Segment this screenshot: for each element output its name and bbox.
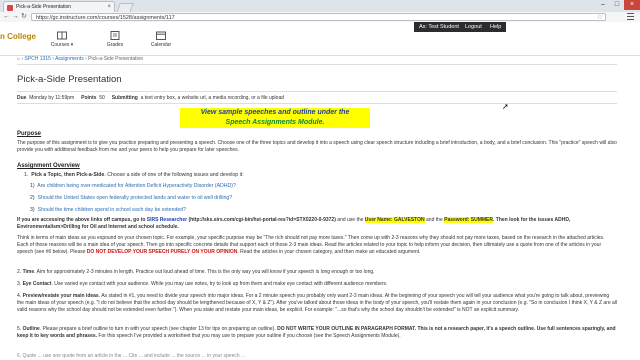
- step-3-title: Eye Contact: [22, 281, 52, 287]
- browser-title-bar: Pick-a-Side Presentation × – □ ×: [0, 0, 640, 13]
- breadcrumb-sep: ›: [52, 56, 54, 62]
- step-4: 4. Preview/restate your main ideas. As s…: [17, 293, 617, 314]
- due-value: Monday by 11:59pm: [29, 95, 75, 101]
- user-menu: As: Test Student Logout Help: [414, 22, 506, 32]
- forward-icon[interactable]: →: [12, 12, 19, 22]
- step-5-num: 5.: [17, 326, 22, 332]
- step-5-end: For this speech I've provided a workshee…: [97, 333, 401, 339]
- window-close-icon[interactable]: ×: [624, 0, 640, 10]
- maximize-icon[interactable]: □: [610, 0, 624, 10]
- calendar-icon: [156, 31, 166, 40]
- step-2-text: . Aim for approximately 2-3 minutes in l…: [34, 269, 375, 275]
- step-4-num: 4.: [17, 293, 22, 299]
- grades-icon: [110, 31, 120, 40]
- browser-tab[interactable]: Pick-a-Side Presentation ×: [3, 1, 115, 12]
- topic-num: 1): [30, 183, 35, 189]
- url-text: https://gc.instructure.com/courses/1528/…: [36, 15, 175, 21]
- overview-heading: Assignment Overview: [17, 163, 80, 169]
- banner-line-2: Speech Assignments Module.: [225, 119, 325, 126]
- back-icon[interactable]: ←: [3, 12, 10, 22]
- bookmark-star-icon[interactable]: ☆: [597, 14, 603, 22]
- breadcrumb-course[interactable]: SPCH 1315: [24, 56, 50, 62]
- topic-item: 1) Are children being over-medicated for…: [30, 183, 236, 190]
- url-input[interactable]: https://gc.instructure.com/courses/1528/…: [31, 13, 606, 21]
- submitting-value: a text entry box, a website url, a media…: [140, 95, 285, 101]
- assignment-meta: Due Monday by 11:59pm Points 50 Submitti…: [17, 95, 284, 101]
- topic-num: 3): [30, 207, 35, 213]
- off-campus-mid: and use the: [335, 217, 365, 223]
- favicon-icon: [7, 5, 13, 11]
- browser-menu-icon[interactable]: [627, 13, 634, 20]
- courses-icon: [57, 31, 67, 40]
- purpose-text: The purpose of this assignment is to giv…: [17, 140, 617, 153]
- step-1-num: 1.: [24, 172, 29, 178]
- topic-item: 3) Should the time children spend in sch…: [30, 207, 186, 214]
- due-label: Due: [17, 95, 27, 101]
- nav-courses[interactable]: Courses ▾: [44, 31, 80, 48]
- nav-grades[interactable]: Grades: [102, 31, 128, 48]
- password-text: Password: SUMMER: [444, 217, 494, 223]
- mouse-cursor-icon: ➚: [502, 102, 509, 111]
- cutoff-line: 6. Quote ... use one quote from an artic…: [17, 353, 246, 359]
- topic-num: 2): [30, 195, 35, 201]
- college-logo[interactable]: n College: [0, 32, 36, 41]
- page-title: Pick-a-Side Presentation: [17, 74, 122, 85]
- nav-grades-label: Grades: [106, 42, 124, 48]
- step-5-text: . Please prepare a brief outline to turn…: [39, 326, 276, 332]
- step-5-title: Outline: [22, 326, 40, 332]
- opinion-warning: DO NOT DEVELOP YOUR SPEECH PURELY ON YOU…: [86, 249, 238, 255]
- breadcrumb-assignments[interactable]: Assignments: [55, 56, 84, 62]
- topic-link[interactable]: Should the time children spend in school…: [38, 207, 187, 213]
- nav-calendar[interactable]: Calendar: [146, 31, 176, 48]
- step-2-title: Time: [22, 269, 35, 275]
- topic-link[interactable]: Are children being over-medicated for At…: [37, 183, 236, 189]
- minimize-icon[interactable]: –: [596, 0, 610, 10]
- points-value: 50: [99, 95, 105, 101]
- step-4-text: . As stated in #1, you need to divide yo…: [17, 293, 618, 313]
- off-campus-note: If you are accessing the above links off…: [17, 217, 617, 231]
- breadcrumb-sep: ›: [85, 56, 87, 62]
- step-1-title: Pick a Topic, then Pick-a-Side: [31, 172, 105, 178]
- breadcrumb-sep: ›: [21, 56, 24, 62]
- logout-link[interactable]: Logout: [465, 22, 482, 32]
- breadcrumb-current: Pick-a-Side Presentation: [88, 56, 144, 62]
- step-4-title: Preview/restate your main ideas: [22, 293, 99, 299]
- banner-line-1: View sample speeches and outline under t…: [200, 109, 350, 116]
- lms-header: n College Courses ▾ Grades Calendar As: …: [0, 22, 640, 56]
- step-2-num: 2.: [17, 269, 22, 275]
- step-2: 2. Time. Aim for approximately 2-3 minut…: [17, 269, 617, 276]
- breadcrumb: ⌂ › SPCH 1315 › Assignments › Pick-a-Sid…: [17, 56, 143, 62]
- topic-item: 2) Should the United States open federal…: [30, 195, 232, 202]
- sample-speeches-banner: View sample speeches and outline under t…: [180, 108, 370, 128]
- divider: [17, 103, 617, 104]
- sirs-researcher-link[interactable]: SIRS Researcher: [147, 217, 187, 223]
- sirs-url: (http://sks.sirs.com/cgi-bin/hst-portal-…: [187, 217, 336, 223]
- nav-courses-label: Courses ▾: [50, 42, 74, 48]
- tab-close-icon[interactable]: ×: [107, 2, 111, 12]
- think-paragraph: Think in terms of main ideas as you expo…: [17, 235, 617, 256]
- submitting-label: Submitting: [111, 95, 138, 101]
- tab-title: Pick-a-Side Presentation: [16, 4, 72, 10]
- topic-link[interactable]: Should the United States open federally …: [38, 195, 233, 201]
- off-campus-intro: If you are accessing the above links off…: [17, 217, 147, 223]
- reload-icon[interactable]: ↻: [21, 12, 27, 22]
- think-end: . Read the articles in your chosen categ…: [237, 249, 421, 255]
- points-label: Points: [81, 95, 97, 101]
- username-text: User Name: GALVESTON: [364, 217, 425, 223]
- home-icon[interactable]: ⌂: [17, 56, 20, 62]
- nav-calendar-label: Calendar: [150, 42, 172, 48]
- step-3: 3. Eye Contact. Use varied eye contact w…: [17, 281, 617, 288]
- purpose-heading: Purpose: [17, 131, 42, 137]
- off-campus-and: and the: [424, 217, 445, 223]
- step-1: 1. Pick a Topic, then Pick-a-Side. Choos…: [24, 172, 244, 179]
- user-as-test-student[interactable]: As: Test Student: [419, 22, 459, 32]
- divider: [17, 64, 617, 65]
- step-3-text: . Use varied eye contact with your audie…: [51, 281, 388, 287]
- step-5: 5. Outline. Please prepare a brief outli…: [17, 326, 617, 340]
- step-1-text: . Choose a side of one of the following …: [104, 172, 244, 178]
- help-link[interactable]: Help: [490, 22, 501, 32]
- step-3-num: 3.: [17, 281, 22, 287]
- divider: [17, 91, 617, 92]
